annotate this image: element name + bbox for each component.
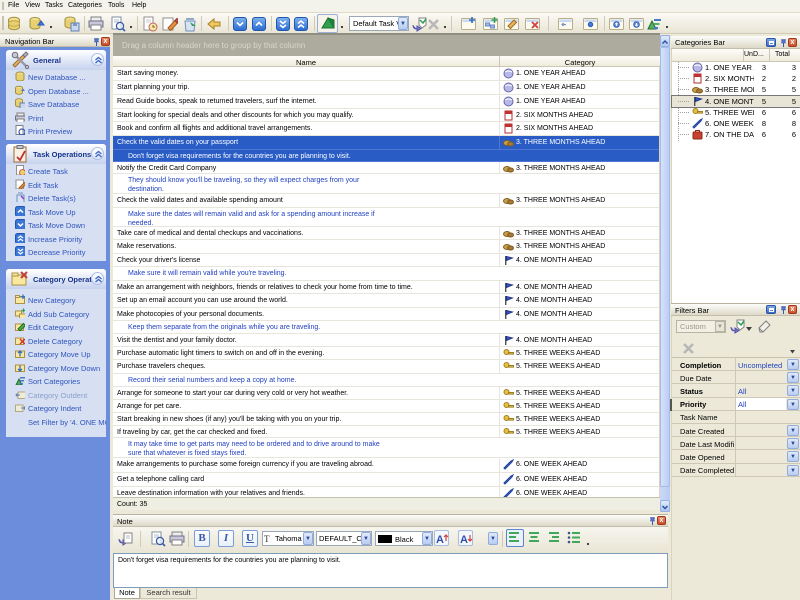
svg-text:T: T bbox=[264, 534, 270, 543]
svg-text:A: A bbox=[436, 534, 444, 546]
svg-text:A: A bbox=[460, 534, 468, 546]
